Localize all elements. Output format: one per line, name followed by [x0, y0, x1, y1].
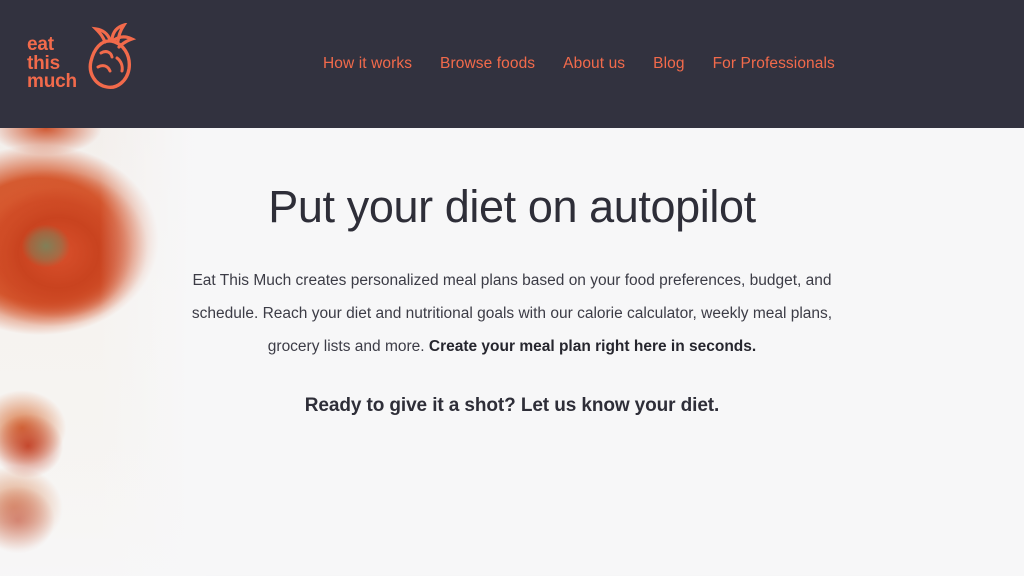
main-navigation: How it works Browse foods About us Blog …	[309, 49, 849, 79]
brand-wordmark: eat this much	[27, 34, 77, 93]
site-header: eat this much How it works Browse foods …	[0, 0, 1024, 128]
brand-line-3: much	[27, 71, 77, 93]
hero-content: Put your diet on autopilot Eat This Much…	[0, 128, 1024, 417]
diet-prompt: Ready to give it a shot? Let us know you…	[304, 395, 720, 417]
nav-item-about-us[interactable]: About us	[549, 49, 639, 79]
brand-logo[interactable]: eat this much	[27, 18, 147, 110]
nav-item-how-it-works[interactable]: How it works	[309, 49, 426, 79]
nav-item-blog[interactable]: Blog	[639, 49, 698, 79]
hero-section: Put your diet on autopilot Eat This Much…	[0, 128, 1024, 576]
carrot-icon	[81, 21, 137, 100]
hero-description-emphasis: Create your meal plan right here in seco…	[428, 338, 757, 356]
nav-item-for-professionals[interactable]: For Professionals	[699, 49, 849, 79]
brand-line-1: eat	[27, 34, 54, 56]
page-title: Put your diet on autopilot	[268, 181, 756, 232]
hero-description: Eat This Much creates personalized meal …	[174, 264, 850, 364]
nav-item-browse-foods[interactable]: Browse foods	[426, 49, 549, 79]
